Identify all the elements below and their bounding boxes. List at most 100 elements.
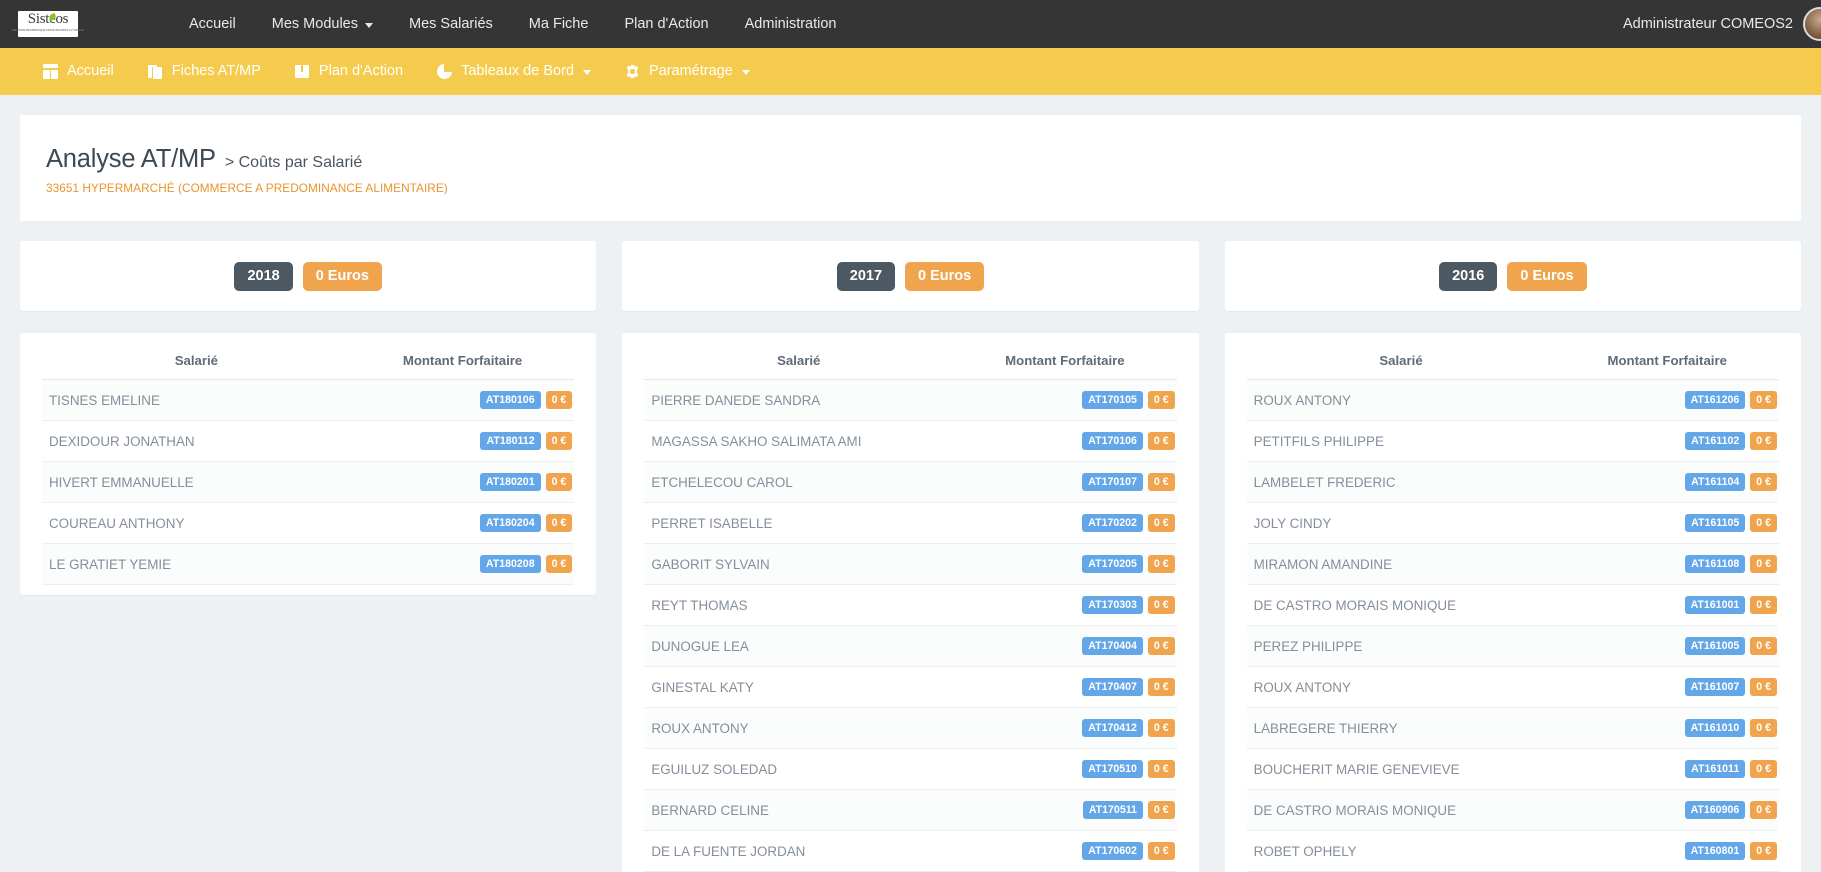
amount-tag[interactable]: 0 € <box>1750 596 1777 614</box>
accident-reference-tag[interactable]: AT170107 <box>1082 473 1143 491</box>
accident-reference-tag[interactable]: AT170602 <box>1082 842 1143 860</box>
table-row[interactable]: DE CASTRO MORAIS MONIQUE AT160906 0 € <box>1246 789 1779 831</box>
table-row[interactable]: LAMBELET FREDERIC AT161104 0 € <box>1246 461 1779 503</box>
accident-reference-tag[interactable]: AT180112 <box>480 432 541 450</box>
accident-reference-tag[interactable]: AT170303 <box>1082 596 1143 614</box>
subnav-item-fiches-at-mp[interactable]: Fiches AT/MP <box>131 48 278 95</box>
amount-tag[interactable]: 0 € <box>1147 555 1175 573</box>
accident-reference-tag[interactable]: AT161010 <box>1684 719 1746 737</box>
amount-tag[interactable]: 0 € <box>1750 719 1777 737</box>
table-row[interactable]: GINESTAL KATY AT170407 0 € <box>644 666 1177 708</box>
table-row[interactable]: ROBET OPHELY AT160801 0 € <box>1246 830 1779 872</box>
year-badge[interactable]: 2017 <box>836 261 896 291</box>
accident-reference-tag[interactable]: AT160801 <box>1684 842 1746 860</box>
accident-reference-tag[interactable]: AT180201 <box>479 473 541 491</box>
table-row[interactable]: COUREAU ANTHONY AT180204 0 € <box>42 502 575 544</box>
nav-item-mes-modules[interactable]: Mes Modules <box>254 0 391 48</box>
table-row[interactable]: ETCHELECOU CAROL AT170107 0 € <box>644 461 1177 503</box>
accident-reference-tag[interactable]: AT161108 <box>1685 555 1746 573</box>
table-row[interactable]: MIRAMON AMANDINE AT161108 0 € <box>1246 543 1779 585</box>
accident-reference-tag[interactable]: AT161007 <box>1684 678 1746 696</box>
amount-tag[interactable]: 0 € <box>545 432 573 450</box>
table-row[interactable]: LABREGERE THIERRY AT161010 0 € <box>1246 707 1779 749</box>
table-row[interactable]: DEXIDOUR JONATHAN AT180112 0 € <box>42 420 575 462</box>
amount-tag[interactable]: 0 € <box>1750 391 1777 409</box>
table-row[interactable]: ROUX ANTONY AT161007 0 € <box>1246 666 1779 708</box>
amount-tag[interactable]: 0 € <box>1750 842 1777 860</box>
table-row[interactable]: PETITFILS PHILIPPE AT161102 0 € <box>1246 420 1779 462</box>
accident-reference-tag[interactable]: AT170407 <box>1082 678 1143 696</box>
nav-item-plan-d-action[interactable]: Plan d'Action <box>606 0 726 48</box>
amount-tag[interactable]: 0 € <box>1147 596 1175 614</box>
nav-item-administration[interactable]: Administration <box>727 0 855 48</box>
year-badge[interactable]: 2016 <box>1439 261 1498 291</box>
table-row[interactable]: JOLY CINDY AT161105 0 € <box>1246 502 1779 544</box>
accident-reference-tag[interactable]: AT161005 <box>1684 637 1746 655</box>
total-euros-badge[interactable]: 0 Euros <box>302 261 382 291</box>
amount-tag[interactable]: 0 € <box>1147 842 1175 860</box>
accident-reference-tag[interactable]: AT170106 <box>1082 432 1143 450</box>
amount-tag[interactable]: 0 € <box>1750 432 1777 450</box>
amount-tag[interactable]: 0 € <box>1750 473 1777 491</box>
accident-reference-tag[interactable]: AT170511 <box>1082 801 1143 819</box>
amount-tag[interactable]: 0 € <box>1147 637 1175 655</box>
amount-tag[interactable]: 0 € <box>1750 555 1777 573</box>
accident-reference-tag[interactable]: AT161105 <box>1685 514 1746 532</box>
amount-tag[interactable]: 0 € <box>1147 760 1175 778</box>
table-row[interactable]: DUNOGUE LEA AT170404 0 € <box>644 625 1177 667</box>
table-row[interactable]: REYT THOMAS AT170303 0 € <box>644 584 1177 626</box>
amount-tag[interactable]: 0 € <box>545 514 573 532</box>
amount-tag[interactable]: 0 € <box>1147 432 1175 450</box>
amount-tag[interactable]: 0 € <box>1147 801 1175 819</box>
table-row[interactable]: DE LA FUENTE JORDAN AT170602 0 € <box>644 830 1177 872</box>
table-row[interactable]: ROUX ANTONY AT161206 0 € <box>1246 379 1779 421</box>
accident-reference-tag[interactable]: AT170105 <box>1082 391 1143 409</box>
amount-tag[interactable]: 0 € <box>1750 637 1777 655</box>
table-row[interactable]: PERRET ISABELLE AT170202 0 € <box>644 502 1177 544</box>
nav-item-accueil[interactable]: Accueil <box>171 0 254 48</box>
accident-reference-tag[interactable]: AT180204 <box>479 514 541 532</box>
accident-reference-tag[interactable]: AT170404 <box>1082 637 1143 655</box>
amount-tag[interactable]: 0 € <box>545 473 573 491</box>
amount-tag[interactable]: 0 € <box>1147 473 1175 491</box>
nav-item-mes-salari-s[interactable]: Mes Salariés <box>391 0 511 48</box>
table-row[interactable]: DE CASTRO MORAIS MONIQUE AT161001 0 € <box>1246 584 1779 626</box>
nav-item-ma-fiche[interactable]: Ma Fiche <box>511 0 607 48</box>
subnav-item-tableaux-de-bord[interactable]: Tableaux de Bord <box>420 48 608 95</box>
amount-tag[interactable]: 0 € <box>1750 801 1777 819</box>
table-row[interactable]: PIERRE DANEDE SANDRA AT170105 0 € <box>644 379 1177 421</box>
sisteos-logo[interactable]: Sisteos SOLUTION INFORMATIQUE SANTE SECU… <box>12 11 84 37</box>
year-badge[interactable]: 2018 <box>234 261 293 291</box>
table-row[interactable]: GABORIT SYLVAIN AT170205 0 € <box>644 543 1177 585</box>
table-row[interactable]: LE GRATIET YEMIE AT180208 0 € <box>42 543 575 585</box>
total-euros-badge[interactable]: 0 Euros <box>905 261 985 291</box>
total-euros-badge[interactable]: 0 Euros <box>1507 261 1587 291</box>
amount-tag[interactable]: 0 € <box>1147 391 1175 409</box>
amount-tag[interactable]: 0 € <box>1750 760 1777 778</box>
subnav-item-accueil[interactable]: Accueil <box>26 48 131 95</box>
accident-reference-tag[interactable]: AT170202 <box>1082 514 1143 532</box>
accident-reference-tag[interactable]: AT161206 <box>1684 391 1746 409</box>
accident-reference-tag[interactable]: AT161102 <box>1685 432 1746 450</box>
table-row[interactable]: HIVERT EMMANUELLE AT180201 0 € <box>42 461 575 503</box>
subnav-item-param-trage[interactable]: Paramétrage <box>608 48 767 95</box>
table-row[interactable]: ROUX ANTONY AT170412 0 € <box>644 707 1177 749</box>
accident-reference-tag[interactable]: AT170205 <box>1082 555 1143 573</box>
accident-reference-tag[interactable]: AT170412 <box>1082 719 1143 737</box>
table-row[interactable]: MAGASSA SAKHO SALIMATA AMI AT170106 0 € <box>644 420 1177 462</box>
accident-reference-tag[interactable]: AT180106 <box>479 391 541 409</box>
amount-tag[interactable]: 0 € <box>545 391 573 409</box>
table-row[interactable]: EGUILUZ SOLEDAD AT170510 0 € <box>644 748 1177 790</box>
subnav-item-plan-d-action[interactable]: Plan d'Action <box>278 48 420 95</box>
accident-reference-tag[interactable]: AT180208 <box>479 555 541 573</box>
amount-tag[interactable]: 0 € <box>1750 678 1777 696</box>
table-row[interactable]: BERNARD CELINE AT170511 0 € <box>644 789 1177 831</box>
accident-reference-tag[interactable]: AT161011 <box>1685 760 1746 778</box>
avatar[interactable] <box>1803 7 1821 41</box>
table-row[interactable]: TISNES EMELINE AT180106 0 € <box>42 379 575 421</box>
accident-reference-tag[interactable]: AT161104 <box>1685 473 1746 491</box>
amount-tag[interactable]: 0 € <box>1147 678 1175 696</box>
amount-tag[interactable]: 0 € <box>1147 514 1175 532</box>
amount-tag[interactable]: 0 € <box>1750 514 1777 532</box>
table-row[interactable]: PEREZ PHILIPPE AT161005 0 € <box>1246 625 1779 667</box>
